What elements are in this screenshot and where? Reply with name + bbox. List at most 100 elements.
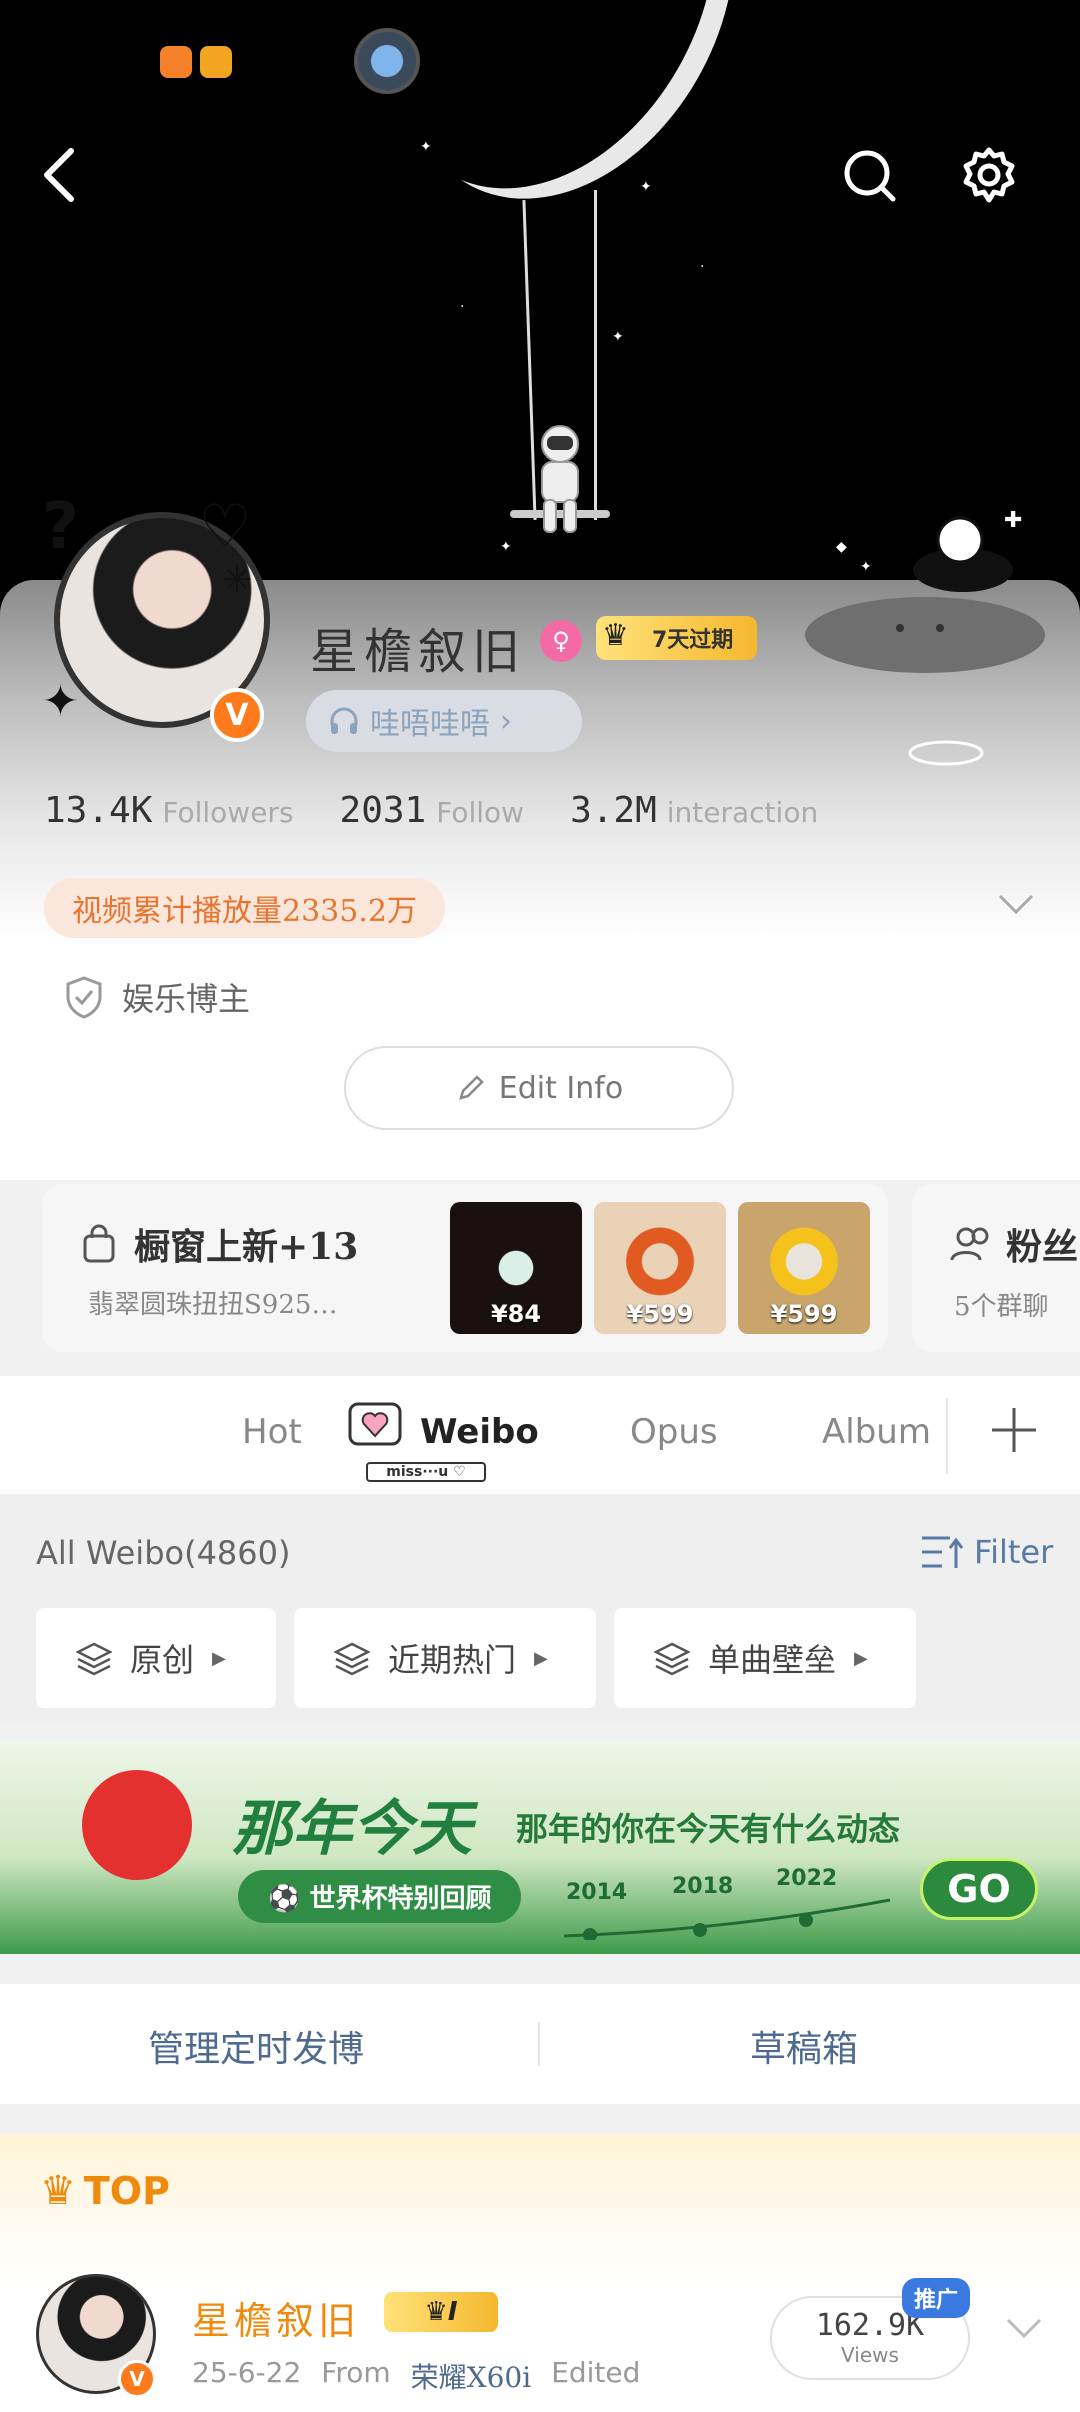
product-price: ¥84 — [490, 1300, 542, 1328]
stat-value: 3.2M — [570, 790, 657, 831]
promote-tag[interactable]: 推广 — [902, 2278, 971, 2318]
weibo-notification-icon — [200, 46, 232, 78]
caret-right-icon: ▶ — [534, 1647, 548, 1669]
fans-group-card[interactable]: 粉丝 5个群聊 — [912, 1184, 1080, 1352]
search-button[interactable] — [834, 140, 904, 210]
views-label: Views — [841, 2343, 899, 2367]
verification-row[interactable]: 娱乐博主 — [64, 974, 250, 1020]
verified-badge-icon: V — [210, 688, 264, 742]
back-button[interactable] — [24, 140, 94, 210]
drafts-link[interactable]: 草稿箱 — [750, 2020, 858, 2072]
post-date: 25-6-22 — [192, 2356, 302, 2389]
post-from-label: From — [321, 2356, 391, 2389]
mascot-illustration — [82, 1770, 192, 1880]
audio-pill[interactable]: 哇唔哇唔 › — [306, 690, 582, 752]
shop-title-label: 橱窗上新+13 — [134, 1226, 359, 1268]
manage-divider — [538, 2022, 540, 2066]
astronaut-illustration — [541, 425, 579, 533]
back-arrow-icon — [44, 148, 74, 202]
female-gender-icon: ♀ — [540, 620, 582, 662]
stat-follow[interactable]: 2031 Follow — [340, 790, 525, 831]
edit-info-button[interactable]: Edit Info — [344, 1046, 734, 1130]
vip-badge[interactable]: ♛ 7天过期 — [596, 616, 758, 660]
all-weibo-count: All Weibo(4860) — [36, 1534, 291, 1572]
vip-badge-label: 7天过期 — [652, 628, 734, 653]
scheduled-posts-link[interactable]: 管理定时发博 — [148, 2020, 364, 2072]
filter-chip-original[interactable]: 原创 ▶ — [36, 1608, 276, 1708]
on-this-day-banner[interactable]: 那年今天 那年的你在今天有什么动态 ⚽ 世界杯特别回顾 2014 2018 20… — [0, 1740, 1080, 1954]
stat-value: 13.4K — [44, 790, 153, 831]
tab-divider — [946, 1398, 948, 1474]
filter-chip-single[interactable]: 单曲壁垒 ▶ — [614, 1608, 916, 1708]
shopping-bag-icon — [83, 1224, 115, 1263]
post-meta: 25-6-22 From 荣耀X60i Edited — [192, 2356, 640, 2396]
top-label: ♛ TOP — [40, 2168, 170, 2214]
profile-avatar[interactable]: ? ♡ ✳ ✦ V — [42, 490, 282, 742]
product-thumb[interactable]: ¥84 — [450, 1202, 582, 1334]
stat-label: Follow — [436, 796, 525, 829]
pencil-icon — [458, 1075, 484, 1100]
settings-button[interactable] — [954, 140, 1024, 210]
tab-opus[interactable]: Opus — [630, 1412, 718, 1452]
go-button[interactable]: GO — [920, 1858, 1038, 1920]
post-edited: Edited — [551, 2356, 641, 2389]
audio-pill-label: 哇唔哇唔 — [370, 707, 490, 742]
camera-cutout — [354, 28, 420, 94]
post-vip-badge: ♛ I — [384, 2292, 498, 2332]
tab-album[interactable]: Album — [822, 1412, 931, 1452]
year-label: 2022 — [776, 1866, 838, 1891]
filter-chip-recent-hot[interactable]: 近期热门 ▶ — [294, 1608, 596, 1708]
weibo-filter-section: All Weibo(4860) Filter 原创 ▶ 近期热门 ▶ 单曲壁垒 … — [0, 1494, 1080, 1724]
tab-weibo-label: Weibo — [420, 1412, 539, 1452]
question-doodle: ? — [42, 490, 80, 564]
stat-label: interaction — [666, 796, 819, 829]
sticker-dog-decoration — [913, 516, 1013, 592]
edit-info-label: Edit Info — [498, 1070, 624, 1106]
post-source[interactable]: 荣耀X60i — [411, 2356, 532, 2396]
filter-sort-icon — [922, 1536, 964, 1568]
stat-interaction[interactable]: 3.2M interaction — [570, 790, 818, 831]
pinned-post[interactable]: ♛ TOP V 星檐叙旧 ♛ I 25-6-22 From 荣耀X60i Edi… — [0, 2134, 1080, 2412]
tab-hot[interactable]: Hot — [242, 1412, 302, 1452]
chip-label: 原创 — [130, 1641, 195, 1679]
status-bar-icons — [160, 46, 232, 78]
layers-icon — [654, 1642, 690, 1676]
sparkle-doodle: ✦ — [42, 676, 79, 727]
profile-name: 星檐叙旧 — [310, 624, 527, 680]
banner-tag-label: 世界杯特别回顾 — [309, 1884, 492, 1914]
stat-followers[interactable]: 13.4K Followers — [44, 790, 294, 831]
shield-check-icon — [66, 976, 102, 1019]
app-notification-icon — [160, 46, 192, 78]
shop-title: 橱窗上新+13 — [80, 1218, 358, 1270]
search-icon — [844, 150, 896, 202]
chevron-down-icon[interactable] — [1004, 2316, 1044, 2342]
crown-icon: ♛ — [40, 2168, 76, 2214]
profile-tabs: Hot Weibo miss···u ♡ Opus Album — [0, 1376, 1080, 1494]
caret-right-icon: ▶ — [854, 1647, 868, 1669]
verification-label: 娱乐博主 — [122, 980, 251, 1018]
puddle-decoration — [805, 597, 1045, 673]
product-thumb[interactable]: ¥599 — [594, 1202, 726, 1334]
chevron-down-icon[interactable] — [996, 892, 1036, 918]
product-thumb[interactable]: ¥599 — [738, 1202, 870, 1334]
post-author-name[interactable]: 星檐叙旧 — [192, 2290, 360, 2345]
ring-decoration — [908, 740, 984, 766]
filter-label: Filter — [974, 1533, 1054, 1571]
filter-button[interactable]: Filter — [920, 1532, 1053, 1572]
crown-icon: ♛ — [602, 618, 629, 653]
group-icon — [950, 1227, 989, 1261]
heart-doodle: ♡ — [198, 492, 252, 562]
stat-label: Followers — [162, 796, 294, 829]
year-label: 2018 — [672, 1874, 734, 1899]
fans-group-label: 粉丝 — [1006, 1226, 1079, 1268]
play-count-badge[interactable]: 视频累计播放量2335.2万 — [44, 878, 445, 938]
add-tab-icon[interactable] — [984, 1400, 1044, 1460]
fans-group-subtitle: 5个群聊 — [954, 1292, 1049, 1322]
product-price: ¥599 — [626, 1300, 694, 1328]
chip-label: 单曲壁垒 — [708, 1641, 837, 1679]
chevron-right-icon: › — [500, 703, 512, 739]
shop-window-card[interactable]: 橱窗上新+13 翡翠圆珠扭扭S925… ¥84 ¥599 ¥599 — [42, 1184, 888, 1352]
heart-bubble-icon — [348, 1402, 402, 1446]
manage-row: 管理定时发博 草稿箱 — [0, 1984, 1080, 2104]
stat-value: 2031 — [339, 790, 427, 831]
